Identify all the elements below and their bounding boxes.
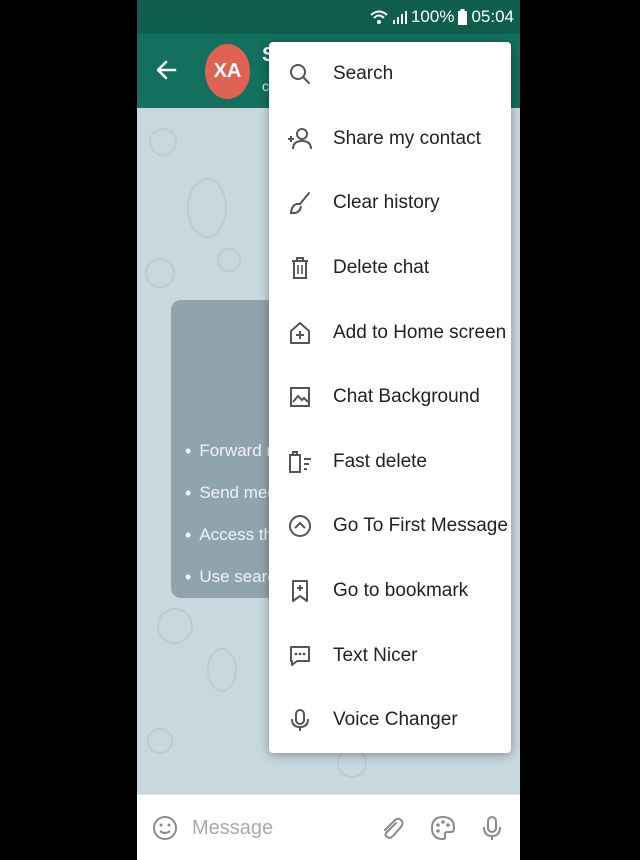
status-bar: 100% 05:04 [137,0,520,34]
menu-item-label: Search [333,63,394,85]
trash-icon [287,255,313,281]
doodle-decoration [217,248,241,272]
menu-item-share-contact[interactable]: Share my contact [269,107,511,172]
list-item: Access th [185,514,277,556]
menu-item-add-home-screen[interactable]: Add to Home screen [269,300,511,365]
menu-item-clear-history[interactable]: Clear history [269,171,511,236]
battery-icon [458,9,468,25]
list-item: Forward r [185,430,277,472]
menu-item-search[interactable]: Search [269,42,511,107]
chevron-up-circle-icon [287,513,313,539]
avatar[interactable]: XA [205,44,250,99]
list-item: Use searc [185,556,277,598]
microphone-icon[interactable] [478,814,506,842]
arrow-left-icon [156,60,177,80]
doodle-decoration [149,128,177,156]
clock: 05:04 [471,7,514,26]
add-person-icon [287,126,313,152]
intro-card-list: Forward r Send med Access th Use searc [185,430,277,598]
doodle-decoration [145,258,175,288]
menu-item-voice-changer[interactable]: Voice Changer [269,688,511,753]
menu-item-label: Add to Home screen [333,321,507,343]
menu-item-label: Share my contact [333,127,481,149]
home-plus-icon [287,320,313,346]
wifi-icon [369,9,389,25]
menu-item-chat-background[interactable]: Chat Background [269,365,511,430]
signal-icon [392,10,407,24]
menu-item-label: Clear history [333,192,440,214]
menu-item-go-bookmark[interactable]: Go to bookmark [269,559,511,624]
fast-delete-icon [287,449,313,475]
search-icon [287,61,313,87]
doodle-decoration [187,178,227,238]
microphone-icon [287,707,313,733]
menu-item-text-nicer[interactable]: Text Nicer [269,623,511,688]
menu-item-delete-chat[interactable]: Delete chat [269,236,511,301]
menu-item-label: Delete chat [333,257,430,279]
doodle-decoration [157,608,193,644]
image-icon [287,384,313,410]
list-item: Send med [185,472,277,514]
bookmark-icon [287,578,313,604]
menu-item-label: Go to bookmark [333,580,469,602]
doodle-decoration [207,648,237,692]
menu-item-label: Fast delete [333,450,427,472]
palette-icon[interactable] [429,814,457,842]
emoji-icon[interactable] [151,814,179,842]
attach-icon[interactable] [377,814,405,842]
battery-percent: 100% [410,7,455,26]
message-input-bar: Message [137,794,520,860]
back-button[interactable] [153,56,181,84]
menu-item-label: Go To First Message [333,515,508,537]
broom-icon [287,190,313,216]
doodle-decoration [147,728,173,754]
menu-item-label: Voice Changer [333,709,458,731]
menu-item-fast-delete[interactable]: Fast delete [269,430,511,495]
menu-item-label: Text Nicer [333,644,418,666]
message-input[interactable]: Message [192,817,273,840]
message-dots-icon [287,643,313,669]
menu-item-label: Chat Background [333,386,480,408]
chat-options-menu: Search Share my contact Clear history De… [269,42,511,753]
menu-item-go-first-message[interactable]: Go To First Message [269,494,511,559]
